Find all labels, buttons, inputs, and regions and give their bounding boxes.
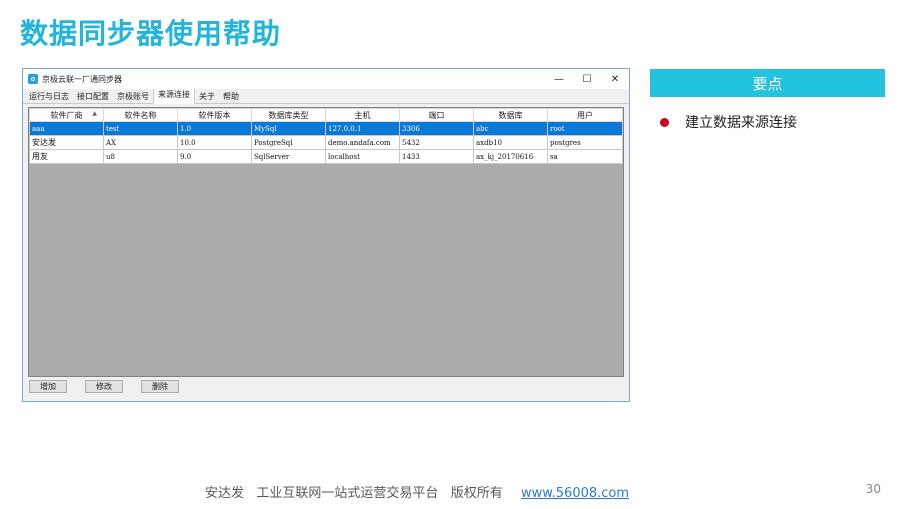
column-header-database[interactable]: 数据库 <box>473 108 548 122</box>
tab-bar: 运行与日志 接口配置 京极账号 来源连接 关于 帮助 <box>23 87 629 104</box>
table-cell[interactable]: ax_kj_20170616 <box>473 149 548 164</box>
sync-app-window: 京极云联一厂通同步器 — ☐ ✕ 运行与日志 接口配置 京极账号 来源连接 关于… <box>22 68 630 402</box>
table-cell[interactable]: postgres <box>547 135 623 150</box>
table-cell[interactable]: root <box>547 121 623 136</box>
column-header-software-version[interactable]: 软件版本 <box>177 108 252 122</box>
window-controls: — ☐ ✕ <box>545 69 629 89</box>
column-header-vendor[interactable]: 软件厂商 ▲ <box>29 108 104 122</box>
table-cell[interactable]: 1.0 <box>177 121 252 136</box>
tab-run-log[interactable]: 运行与日志 <box>25 90 73 103</box>
table-cell[interactable]: MySql <box>251 121 326 136</box>
keypoint-text: 建立数据来源连接 <box>685 115 797 131</box>
minimize-button[interactable]: — <box>545 69 573 89</box>
slide-title: 数据同步器使用帮助 <box>20 17 282 50</box>
table-header-row: 软件厂商 ▲ 软件名称 软件版本 数据库类型 主机 端口 数据库 用户 <box>29 108 623 122</box>
footer-text: 安达发 工业互联网一站式运营交易平台 版权所有 <box>205 486 503 501</box>
column-header-port[interactable]: 端口 <box>399 108 474 122</box>
keypoints-header: 要点 <box>650 69 885 97</box>
table-cell[interactable]: AX <box>103 135 178 150</box>
connections-grid-panel: 软件厂商 ▲ 软件名称 软件版本 数据库类型 主机 端口 数据库 用户 aaa … <box>28 107 624 377</box>
tab-interface-config[interactable]: 接口配置 <box>73 90 113 103</box>
page-number: 30 <box>865 482 881 496</box>
table-cell[interactable]: abc <box>473 121 548 136</box>
footer: 安达发 工业互联网一站式运营交易平台 版权所有 www.56008.com <box>205 482 629 501</box>
table-cell[interactable]: sa <box>547 149 623 164</box>
table-cell[interactable]: 127.0.0.1 <box>325 121 400 136</box>
table-cell[interactable]: test <box>103 121 178 136</box>
table-cell[interactable]: aaa <box>29 121 104 136</box>
footer-link[interactable]: www.56008.com <box>521 486 629 501</box>
edit-button[interactable]: 修改 <box>85 380 123 393</box>
tab-about[interactable]: 关于 <box>195 90 219 103</box>
add-button[interactable]: 增加 <box>29 380 67 393</box>
table-cell[interactable]: axdb10 <box>473 135 548 150</box>
table-cell[interactable]: demo.andafa.com <box>325 135 400 150</box>
table-cell[interactable]: SqlServer <box>251 149 326 164</box>
tab-help[interactable]: 帮助 <box>219 90 243 103</box>
table-cell[interactable]: u8 <box>103 149 178 164</box>
keypoint-item: 建立数据来源连接 <box>660 112 797 132</box>
action-buttons: 增加 修改 删除 <box>29 380 179 393</box>
sort-ascending-icon: ▲ <box>92 110 97 117</box>
table-row[interactable]: aaa test 1.0 MySql 127.0.0.1 3306 abc ro… <box>29 121 623 136</box>
table-cell[interactable]: 10.0 <box>177 135 252 150</box>
table-cell[interactable]: 安达发 <box>29 135 104 150</box>
table-cell[interactable]: 9.0 <box>177 149 252 164</box>
column-header-host[interactable]: 主机 <box>325 108 400 122</box>
column-header-db-type[interactable]: 数据库类型 <box>251 108 326 122</box>
close-button[interactable]: ✕ <box>601 69 629 89</box>
window-titlebar: 京极云联一厂通同步器 — ☐ ✕ <box>23 69 629 89</box>
table-cell[interactable]: PostgreSql <box>251 135 326 150</box>
delete-button[interactable]: 删除 <box>141 380 179 393</box>
maximize-button[interactable]: ☐ <box>573 69 601 89</box>
table-cell[interactable]: 5432 <box>399 135 474 150</box>
connections-table: 软件厂商 ▲ 软件名称 软件版本 数据库类型 主机 端口 数据库 用户 aaa … <box>29 108 623 164</box>
bullet-dot-icon <box>660 117 669 127</box>
tab-source-connection[interactable]: 来源连接 <box>153 87 195 104</box>
app-logo-icon <box>28 74 38 84</box>
table-row[interactable]: 用友 u8 9.0 SqlServer localhost 1433 ax_kj… <box>29 149 623 164</box>
table-cell[interactable]: 用友 <box>29 149 104 164</box>
table-row[interactable]: 安达发 AX 10.0 PostgreSql demo.andafa.com 5… <box>29 135 623 150</box>
column-header-software-name[interactable]: 软件名称 <box>103 108 178 122</box>
window-title: 京极云联一厂通同步器 <box>42 74 122 84</box>
tab-account[interactable]: 京极账号 <box>113 90 153 103</box>
table-cell[interactable]: 1433 <box>399 149 474 164</box>
column-header-user[interactable]: 用户 <box>547 108 623 122</box>
table-cell[interactable]: 3306 <box>399 121 474 136</box>
table-cell[interactable]: localhost <box>325 149 400 164</box>
